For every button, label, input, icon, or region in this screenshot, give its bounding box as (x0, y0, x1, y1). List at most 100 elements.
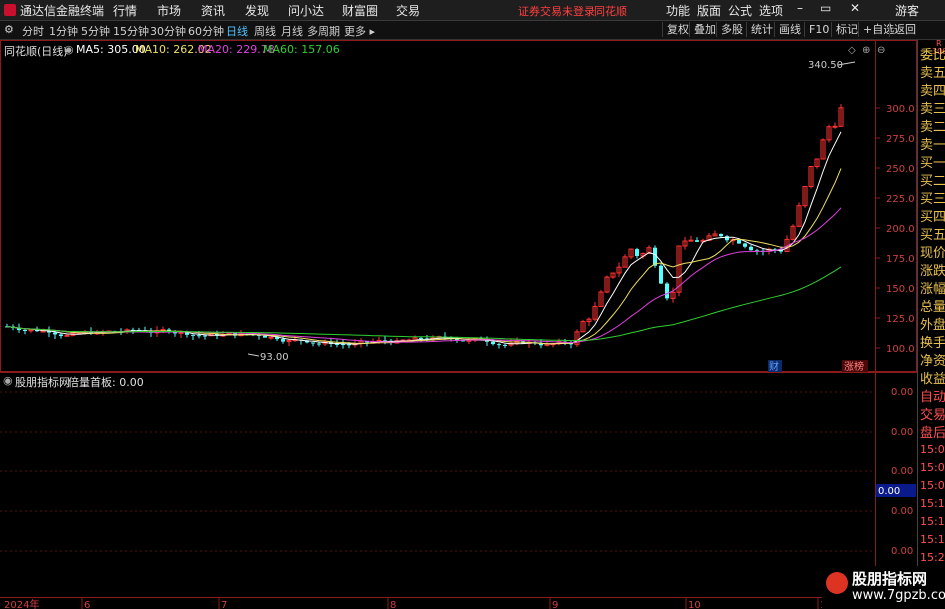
quote-side-panel: R 300 委比 卖五 卖四 卖三 卖二 卖一 买一 买二 买三 买四 买五 现价 涨跌 涨幅 总量 外盘 换手… (917, 39, 945, 609)
period-daily[interactable]: 日线 (226, 23, 248, 39)
candle-body (737, 239, 741, 244)
sub-settings-icon[interactable]: ◉ (3, 374, 13, 387)
settings-icon[interactable]: ⚙ (4, 23, 14, 36)
side-label-2: 卖四 (920, 84, 945, 99)
overlay-button[interactable]: 叠加 (689, 22, 716, 37)
candle-body (53, 332, 57, 335)
fuquan-button[interactable]: 复权 (662, 22, 689, 37)
side-label-22: 15:05 (920, 443, 945, 456)
candle-body (743, 243, 747, 247)
y-tick-300: 300.0 (886, 104, 915, 115)
main-chart-frame (0, 40, 917, 372)
app-logo-icon (4, 4, 16, 16)
candle-body (688, 239, 694, 242)
side-label-3: 卖三 (920, 102, 945, 117)
candle-body (311, 342, 315, 344)
menu-zixun[interactable]: 资讯 (201, 2, 225, 19)
candle-body (268, 336, 274, 339)
x-label-10: 10 (688, 600, 701, 609)
candle-body (832, 125, 838, 128)
side-label-9: 买四 (920, 210, 945, 225)
period-more[interactable]: 更多 ▸ (344, 23, 375, 39)
guest-label[interactable]: 游客 (895, 2, 919, 19)
side-label-4: 卖二 (920, 120, 945, 135)
y-tick-275: 275.0 (886, 134, 915, 145)
side-label-18: 收益 (920, 372, 945, 387)
side-label-0: 委比 (920, 48, 945, 63)
close-icon[interactable]: ✕ (850, 1, 860, 15)
period-weekly[interactable]: 周线 (254, 23, 276, 39)
y-tick-250: 250.0 (886, 164, 915, 175)
minimize-icon[interactable]: – (797, 1, 803, 15)
period-60min[interactable]: 60分钟 (188, 23, 224, 39)
side-label-8: 买三 (920, 192, 945, 207)
period-1min[interactable]: 1分钟 (49, 23, 78, 39)
menu-hangqing[interactable]: 行情 (113, 2, 137, 19)
period-monthly[interactable]: 月线 (281, 23, 303, 39)
menu-gongshi[interactable]: 公式 (728, 2, 752, 19)
side-label-28: 15:24 (920, 551, 945, 564)
menu-jiaoyi[interactable]: 交易 (396, 2, 420, 19)
diamond-icon: ◇ (848, 45, 856, 56)
sub-current-value: 0.00 (878, 486, 900, 497)
period-multi[interactable]: 多周期 (307, 23, 340, 39)
broker-name: 同花顺 (594, 5, 627, 18)
candle-body (28, 329, 34, 332)
candle-body (665, 283, 669, 299)
menu-caifuquan[interactable]: 财富圈 (342, 2, 378, 19)
x-label-7: 7 (221, 600, 227, 609)
draw-button[interactable]: 画线 (774, 22, 801, 37)
chart-title: 同花顺(日线) (4, 45, 68, 58)
f10-button[interactable]: F10 (804, 22, 829, 37)
app-title: 通达信金融终端 (20, 4, 105, 18)
y-tick-150: 150.0 (886, 284, 915, 295)
back-button[interactable]: 返回 (889, 22, 916, 37)
side-label-15: 外盘 (920, 318, 945, 333)
candle-body (203, 335, 207, 337)
menu-faxian[interactable]: 发现 (245, 2, 269, 19)
period-fenshi[interactable]: 分时 (22, 23, 44, 39)
zoom-out-icon: ⊖ (877, 45, 885, 56)
sub-chart-grid (0, 391, 875, 552)
side-label-20[interactable]: 交易 (920, 407, 945, 425)
restore-icon[interactable]: ▭ (820, 1, 831, 15)
x-axis-ticks (81, 597, 819, 609)
side-label-19[interactable]: 自动 (920, 389, 945, 407)
sub-chart-title: 股朋指标网 (15, 376, 70, 389)
period-30min[interactable]: 30分钟 (150, 23, 186, 39)
stats-button[interactable]: 统计 (746, 22, 773, 37)
side-label-26: 15:14 (920, 515, 945, 528)
period-5min[interactable]: 5分钟 (81, 23, 110, 39)
candle-body (197, 335, 201, 337)
period-15min[interactable]: 15分钟 (113, 23, 149, 39)
menu-xuanxiang[interactable]: 选项 (759, 2, 783, 19)
sub-y-tick-1: 0.00 (891, 387, 913, 398)
menu-shichang[interactable]: 市场 (157, 2, 181, 19)
watermark-line1: 股朋指标网 (852, 570, 928, 588)
multi-stock-button[interactable]: 多股 (716, 22, 743, 37)
side-label-14: 总量 (920, 300, 945, 315)
menu-wenxiaoda[interactable]: 问小达 (288, 2, 324, 19)
menu-banmian[interactable]: 版面 (697, 2, 721, 19)
y-tick-175: 175.0 (886, 254, 915, 265)
y-tick-225: 225.0 (886, 194, 915, 205)
mark-button[interactable]: 标记 (831, 22, 858, 37)
ma60-label: MA60: 157.06 (263, 43, 340, 56)
ma60-line (6, 266, 842, 342)
kline-chart[interactable]: 300.0 275.0 250.0 225.0 200.0 175.0 150.… (0, 40, 917, 609)
y-tick-125: 125.0 (886, 314, 915, 325)
cai-badge: 财 (769, 360, 779, 373)
ma10-line (6, 168, 842, 345)
ma20-line (6, 207, 842, 344)
sub-y-tick-5: 0.00 (891, 546, 913, 557)
x-label-8: 8 (390, 600, 396, 609)
watermark-line2: www.7gpzb.com (852, 588, 945, 603)
y-tick-100: 100.0 (886, 344, 915, 355)
sub-y-tick-4: 0.00 (891, 506, 913, 517)
login-notice[interactable]: 证券交易未登录 (518, 3, 595, 19)
chart-settings-icon[interactable]: ◉ (64, 43, 74, 56)
menu-gongneng[interactable]: 功能 (666, 2, 690, 19)
side-label-23: 15:05 (920, 461, 945, 474)
sub-y-tick-3: 0.00 (891, 466, 913, 477)
x-label-9: 9 (552, 600, 558, 609)
